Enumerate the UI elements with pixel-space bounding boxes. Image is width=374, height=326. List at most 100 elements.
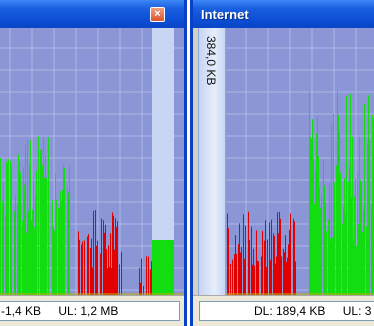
traffic-bar xyxy=(46,177,47,296)
traffic-bar xyxy=(285,235,286,296)
traffic-bar xyxy=(3,182,4,296)
bandwidth-monitor-window-internet[interactable]: Internet 384,0 KB DL: 189,4 KB UL: 3 xyxy=(190,0,374,326)
traffic-graph xyxy=(0,28,184,296)
traffic-bar xyxy=(290,213,291,296)
traffic-bar xyxy=(336,165,337,296)
traffic-bar xyxy=(243,214,244,296)
traffic-bar xyxy=(330,238,331,296)
traffic-bar xyxy=(337,91,338,296)
traffic-bar xyxy=(319,186,320,296)
status-panel: -1,4 KB UL: 1,2 MB xyxy=(0,301,180,321)
traffic-bar xyxy=(353,240,354,296)
traffic-bar xyxy=(360,180,361,296)
traffic-bar xyxy=(56,199,57,296)
traffic-bar xyxy=(323,159,324,296)
close-button[interactable]: × xyxy=(150,7,165,22)
traffic-bar xyxy=(287,257,288,296)
traffic-bar xyxy=(284,252,285,296)
scale-label: 384,0 KB xyxy=(204,36,218,86)
traffic-bar xyxy=(6,161,7,296)
traffic-bar xyxy=(269,222,270,296)
traffic-bar xyxy=(252,264,253,296)
traffic-bar xyxy=(139,267,140,296)
traffic-bar xyxy=(78,231,79,296)
traffic-bar xyxy=(278,233,279,296)
traffic-bar xyxy=(295,261,296,296)
traffic-bar xyxy=(91,238,92,296)
traffic-bar xyxy=(113,215,114,296)
traffic-bar xyxy=(87,236,88,296)
title-bar[interactable]: × xyxy=(0,0,184,28)
traffic-bar xyxy=(279,211,280,296)
traffic-bar xyxy=(271,219,272,296)
traffic-bar xyxy=(363,209,364,296)
traffic-bar xyxy=(288,244,289,296)
traffic-bar xyxy=(100,253,101,296)
traffic-bar xyxy=(62,189,63,296)
traffic-bar xyxy=(266,266,267,296)
traffic-bar xyxy=(253,248,254,296)
traffic-bar xyxy=(280,218,281,296)
traffic-bar xyxy=(350,93,351,296)
download-amount: -1,4 KB xyxy=(1,304,42,318)
traffic-bar xyxy=(264,240,265,296)
traffic-bar xyxy=(332,237,333,296)
traffic-bar xyxy=(81,244,82,296)
traffic-bar xyxy=(151,261,152,296)
traffic-bar xyxy=(22,220,23,296)
traffic-bar xyxy=(8,158,9,296)
traffic-bar xyxy=(348,182,349,296)
traffic-bar xyxy=(25,144,26,296)
traffic-bar xyxy=(112,212,113,296)
traffic-bar xyxy=(110,233,111,296)
traffic-bar xyxy=(53,226,54,296)
traffic-bar xyxy=(234,254,235,296)
traffic-bar xyxy=(58,207,59,296)
traffic-bar xyxy=(7,163,8,296)
traffic-bar xyxy=(95,210,96,296)
traffic-bar xyxy=(257,260,258,296)
traffic-bar xyxy=(328,219,329,296)
traffic-bar xyxy=(106,249,107,296)
traffic-bar xyxy=(35,195,36,296)
traffic-bar xyxy=(67,188,68,296)
traffic-chart-right xyxy=(226,28,374,296)
traffic-bar xyxy=(256,230,257,296)
traffic-bar xyxy=(358,224,359,296)
traffic-bar xyxy=(286,261,287,296)
traffic-bar xyxy=(32,209,33,296)
scrollbar-track xyxy=(152,28,174,240)
traffic-bar xyxy=(29,164,30,296)
traffic-bar xyxy=(313,158,314,296)
traffic-bar xyxy=(33,180,34,296)
traffic-bar xyxy=(283,248,284,296)
traffic-bar xyxy=(24,184,25,296)
title-bar[interactable]: Internet xyxy=(193,0,374,28)
traffic-bar xyxy=(245,225,246,296)
traffic-bar xyxy=(309,91,310,296)
traffic-bar xyxy=(367,143,368,296)
bandwidth-monitor-window-left[interactable]: × -1,4 KB UL: 1,2 MB xyxy=(0,0,187,326)
traffic-bar xyxy=(366,226,367,296)
window-title: Internet xyxy=(201,7,249,22)
traffic-bar xyxy=(333,113,334,296)
status-bar: DL: 189,4 KB UL: 3 xyxy=(193,295,374,326)
traffic-bar xyxy=(26,232,27,296)
traffic-bar xyxy=(334,182,335,296)
traffic-bar xyxy=(82,241,83,296)
traffic-bar xyxy=(116,227,117,296)
traffic-bar xyxy=(311,138,312,296)
traffic-bar xyxy=(235,235,236,296)
upload-amount: UL: 1,2 MB xyxy=(58,304,119,318)
status-bar: -1,4 KB UL: 1,2 MB xyxy=(0,295,184,326)
traffic-bar xyxy=(368,94,369,296)
traffic-bar xyxy=(146,256,147,296)
traffic-bar xyxy=(324,185,325,296)
traffic-bar xyxy=(274,235,275,296)
traffic-bar xyxy=(275,263,276,296)
traffic-bar xyxy=(318,156,319,296)
traffic-bar xyxy=(281,256,282,296)
traffic-bar xyxy=(79,239,80,296)
download-amount: DL: 189,4 KB xyxy=(254,304,326,318)
traffic-bar xyxy=(41,148,42,296)
